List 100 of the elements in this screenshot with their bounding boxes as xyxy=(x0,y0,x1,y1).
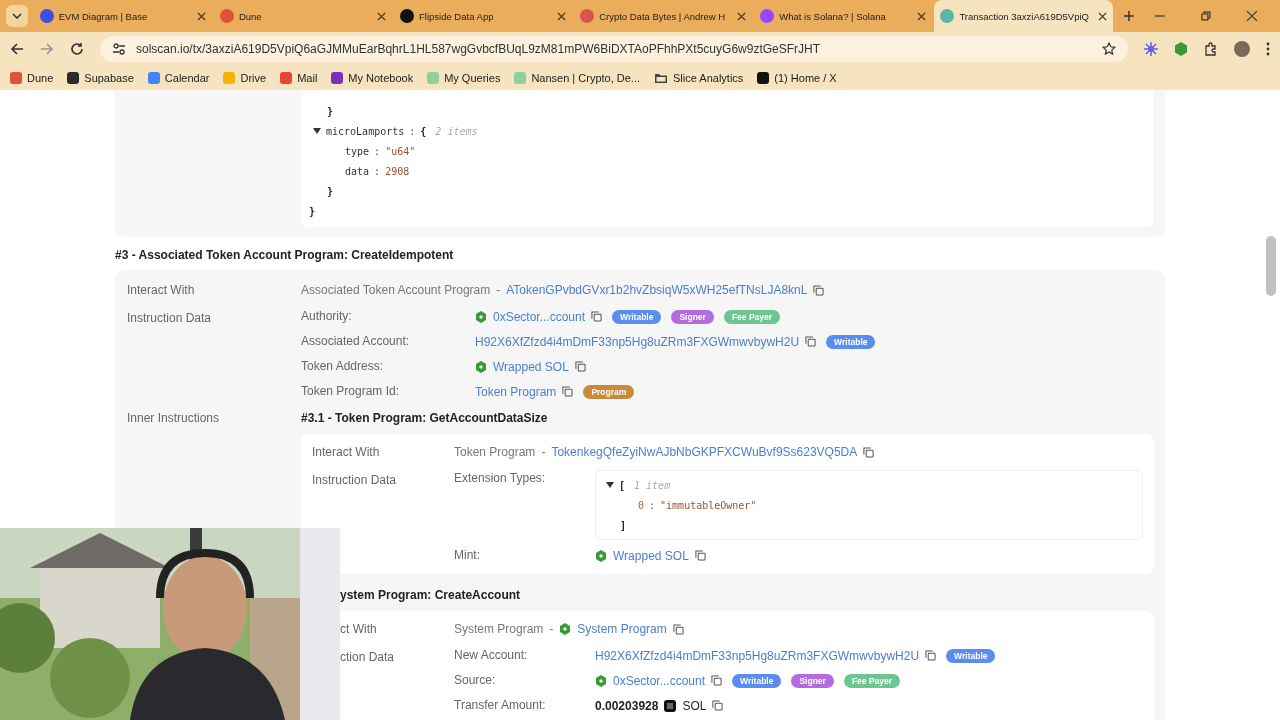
tab-list-button[interactable] xyxy=(6,5,28,27)
copy-icon[interactable] xyxy=(805,336,817,347)
menu-icon[interactable] xyxy=(1266,42,1270,56)
json-viewer: [ 1 item 0 : "immutableOwner" ] xyxy=(595,470,1143,540)
address-link[interactable]: System Program xyxy=(577,622,667,636)
field-label: Instruction Data xyxy=(127,310,213,327)
close-icon[interactable] xyxy=(917,11,927,21)
close-icon[interactable] xyxy=(557,11,567,21)
forward-icon[interactable] xyxy=(40,42,54,56)
separator: - xyxy=(541,445,546,459)
copy-icon[interactable] xyxy=(562,386,574,397)
new-tab-icon[interactable] xyxy=(1122,10,1135,22)
copy-icon[interactable] xyxy=(712,700,724,711)
puzzle-icon[interactable] xyxy=(1204,42,1218,56)
address-link[interactable]: ATokenGPvbdGVxr1b2hvZbsiqW5xWH25efTNsLJA8knL xyxy=(506,283,808,297)
close-icon[interactable] xyxy=(196,11,206,21)
token-icon xyxy=(664,699,677,712)
address-link[interactable]: Token Program xyxy=(475,384,557,399)
role-tag: Writable xyxy=(826,334,876,349)
verified-icon xyxy=(595,549,607,562)
browser-tab[interactable]: Flipside Data App xyxy=(394,0,573,32)
field-label: Interact With xyxy=(312,444,381,461)
bookmark[interactable]: My Queries xyxy=(427,72,501,84)
close-icon[interactable] xyxy=(377,11,386,21)
json-viewer: } microLamports : { 2 items type : "u64" data : 2908 } } xyxy=(301,90,1153,227)
role-tag: Signer xyxy=(791,673,834,688)
site-settings-icon[interactable] xyxy=(112,42,126,56)
field-label: Transfer Amount: xyxy=(454,697,547,714)
copy-icon[interactable] xyxy=(591,311,603,322)
address-link[interactable]: TokenkegQfeZyiNwAJbNbGKPFXCWuBvf9Ss623VQ5DA xyxy=(551,445,858,459)
field-label: Inner Instructions xyxy=(127,410,221,427)
role-tag: Program xyxy=(583,384,635,399)
field-label: Interact With xyxy=(127,282,196,299)
copy-icon[interactable] xyxy=(925,650,937,661)
bookmark[interactable]: Mail xyxy=(280,72,318,84)
program-name: Token Program xyxy=(454,445,536,459)
field-label: New Account: xyxy=(454,647,529,664)
field-label: Mint: xyxy=(454,547,481,564)
role-tag: Writable xyxy=(946,648,996,663)
star-icon[interactable] xyxy=(1102,42,1116,56)
amount-value: 0.00203928 xyxy=(595,698,659,713)
field-label: Associated Account: xyxy=(301,333,411,350)
bookmark[interactable]: (1) Home / X xyxy=(757,72,837,84)
copy-icon[interactable] xyxy=(863,446,875,458)
copy-icon[interactable] xyxy=(711,675,723,686)
section-title: #3 - Associated Token Account Program: CreateIdempotent xyxy=(115,247,455,264)
reload-icon[interactable] xyxy=(70,42,84,56)
extension-icon[interactable] xyxy=(1174,42,1188,56)
bookmark[interactable]: Slice Analytics xyxy=(654,72,744,84)
browser-tab[interactable]: What is Solana? | Solana xyxy=(754,0,933,32)
separator: - xyxy=(496,283,501,297)
browser-tab[interactable]: Crypto Data Bytes | Andrew H xyxy=(574,0,753,32)
browser-tab[interactable]: Dune xyxy=(213,0,392,32)
copy-icon[interactable] xyxy=(672,623,684,635)
caret-icon xyxy=(11,13,22,19)
role-tag: Fee Payer xyxy=(723,309,781,324)
verified-icon xyxy=(595,674,607,687)
bookmark[interactable]: Supabase xyxy=(67,72,134,84)
copy-icon[interactable] xyxy=(694,550,706,561)
browser-tab[interactable]: EVM Diagram | Base xyxy=(33,0,212,32)
address-link[interactable]: H92X6XfZfzd4i4mDmF33np5Hg8uZRm3FXGWmwvbywH2U xyxy=(475,334,800,349)
extension-icon[interactable] xyxy=(1144,42,1158,56)
verified-icon xyxy=(475,360,487,373)
role-tag: Writable xyxy=(612,309,662,324)
address-link[interactable]: 0xSector...ccount xyxy=(493,309,586,324)
bookmark[interactable]: Dune xyxy=(10,72,54,84)
field-label: ct With xyxy=(339,621,378,638)
role-tag: Fee Payer xyxy=(843,673,901,688)
browser-tab[interactable]: Transaction 3axziA619D5VpiQ xyxy=(934,0,1113,32)
verified-icon xyxy=(559,623,572,635)
field-label: Token Address: xyxy=(301,358,385,375)
role-tag: Writable xyxy=(732,673,782,688)
profile-avatar[interactable] xyxy=(1234,41,1250,57)
copy-icon[interactable] xyxy=(813,284,825,296)
bookmark[interactable]: Nansen | Crypto, De... xyxy=(514,72,640,84)
bookmark[interactable]: My Notebook xyxy=(331,72,414,84)
token-symbol: SOL xyxy=(682,698,707,713)
address-link[interactable]: H92X6XfZfzd4i4mDmF33np5Hg8uZRm3FXGWmwvbywH2U xyxy=(595,648,920,663)
instruction-title: #3.1 - Token Program: GetAccountDataSize xyxy=(301,410,549,427)
bookmark[interactable]: Drive xyxy=(223,72,267,84)
instruction-title: ystem Program: CreateAccount xyxy=(339,587,522,604)
field-label: Instruction Data xyxy=(312,472,398,489)
verified-icon xyxy=(475,310,487,323)
caret-icon[interactable] xyxy=(313,127,321,135)
address-link[interactable]: Wrapped SOL xyxy=(613,548,689,563)
program-name: System Program xyxy=(454,622,544,636)
bookmark[interactable]: Calendar xyxy=(147,72,210,84)
back-icon[interactable] xyxy=(10,42,24,56)
address-bar[interactable]: solscan.io/tx/3axziA619D5VpiQ6aGJMMuEarBqhrL1HL587wgGvbcfBUqL9zM81mPW6BiDXTAoPFhhPXt5cuyG6w9ztGeSFrJHT xyxy=(100,36,1128,62)
field-label: Extension Types: xyxy=(454,470,547,487)
close-icon[interactable] xyxy=(737,11,747,21)
field-label: Authority: xyxy=(301,308,353,325)
field-label: Source: xyxy=(454,672,497,689)
copy-icon[interactable] xyxy=(574,361,586,372)
close-icon[interactable] xyxy=(1246,10,1258,22)
close-icon[interactable] xyxy=(1097,11,1107,21)
caret-icon[interactable] xyxy=(606,481,614,489)
restore-icon[interactable] xyxy=(1200,10,1213,22)
address-link[interactable]: 0xSector...ccount xyxy=(613,673,706,688)
address-link[interactable]: Wrapped SOL xyxy=(493,359,569,374)
